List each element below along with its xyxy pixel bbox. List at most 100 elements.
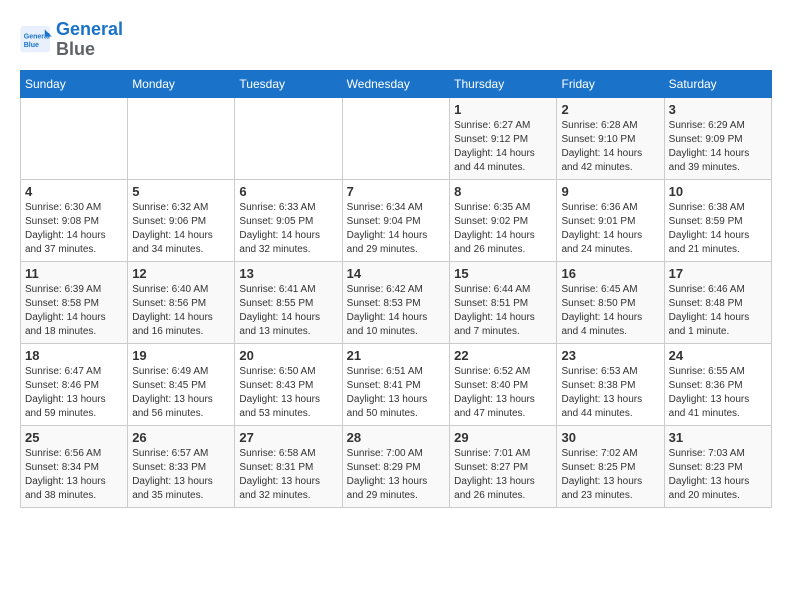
calendar-cell: 29Sunrise: 7:01 AM Sunset: 8:27 PM Dayli… [450,425,557,507]
day-info: Sunrise: 6:28 AM Sunset: 9:10 PM Dayligh… [561,119,659,175]
day-info: Sunrise: 6:45 AM Sunset: 8:50 PM Dayligh… [561,283,659,339]
day-number: 27 [239,430,337,445]
day-number: 11 [25,266,123,281]
day-info: Sunrise: 6:35 AM Sunset: 9:02 PM Dayligh… [454,201,552,257]
day-info: Sunrise: 6:56 AM Sunset: 8:34 PM Dayligh… [25,447,123,503]
calendar-cell [342,97,450,179]
calendar-table: SundayMondayTuesdayWednesdayThursdayFrid… [20,70,772,508]
calendar-cell: 25 Sunrise: 6:56 AM Sunset: 8:34 PM Dayli… [21,425,128,507]
day-info: Sunrise: 6:29 AM Sunset: 9:09 PM Dayligh… [669,119,767,175]
day-number: 3 [669,102,767,117]
day-info: Sunrise: 6:33 AM Sunset: 9:05 PM Dayligh… [239,201,337,257]
day-number: 22 [454,348,552,363]
calendar-cell: 8 Sunrise: 6:35 AM Sunset: 9:02 PM Daylig… [450,179,557,261]
calendar-cell: 7 Sunrise: 6:34 AM Sunset: 9:04 PM Daylig… [342,179,450,261]
day-info: Sunrise: 6:47 AM Sunset: 8:46 PM Dayligh… [25,365,123,421]
day-number: 6 [239,184,337,199]
dow-thursday: Thursday [450,70,557,97]
day-info: Sunrise: 6:58 AM Sunset: 8:31 PM Dayligh… [239,447,337,503]
day-info: Sunrise: 6:52 AM Sunset: 8:40 PM Dayligh… [454,365,552,421]
calendar-cell: 17 Sunrise: 6:46 AM Sunset: 8:48 PM Dayli… [664,261,771,343]
day-info: Sunrise: 7:01 AM Sunset: 8:27 PM Dayligh… [454,447,552,503]
day-info: Sunrise: 6:46 AM Sunset: 8:48 PM Dayligh… [669,283,767,339]
day-number: 15 [454,266,552,281]
day-info: Sunrise: 6:36 AM Sunset: 9:01 PM Dayligh… [561,201,659,257]
calendar-cell: 21 Sunrise: 6:51 AM Sunset: 8:41 PM Dayli… [342,343,450,425]
day-info: Sunrise: 6:27 AM Sunset: 9:12 PM Dayligh… [454,119,552,175]
day-number: 19 [132,348,230,363]
day-number: 26 [132,430,230,445]
page-header: General Blue GeneralBlue [20,20,772,60]
calendar-cell: 30 Sunrise: 7:02 AM Sunset: 8:25 PM Dayli… [557,425,664,507]
calendar-cell: 24 Sunrise: 6:55 AM Sunset: 8:36 PM Dayli… [664,343,771,425]
day-number: 30 [561,430,659,445]
day-info: Sunrise: 6:57 AM Sunset: 8:33 PM Dayligh… [132,447,230,503]
day-info: Sunrise: 6:55 AM Sunset: 8:36 PM Dayligh… [669,365,767,421]
day-info: Sunrise: 6:49 AM Sunset: 8:45 PM Dayligh… [132,365,230,421]
calendar-cell: 18 Sunrise: 6:47 AM Sunset: 8:46 PM Dayli… [21,343,128,425]
day-info: Sunrise: 6:30 AM Sunset: 9:08 PM Dayligh… [25,201,123,257]
calendar-cell: 19 Sunrise: 6:49 AM Sunset: 8:45 PM Dayli… [128,343,235,425]
calendar-cell: 6 Sunrise: 6:33 AM Sunset: 9:05 PM Daylig… [235,179,342,261]
day-info: Sunrise: 6:42 AM Sunset: 8:53 PM Dayligh… [347,283,446,339]
day-number: 13 [239,266,337,281]
calendar-cell: 1 Sunrise: 6:27 AM Sunset: 9:12 PM Daylig… [450,97,557,179]
day-number: 31 [669,430,767,445]
day-info: Sunrise: 6:38 AM Sunset: 8:59 PM Dayligh… [669,201,767,257]
day-number: 17 [669,266,767,281]
calendar-cell: 3 Sunrise: 6:29 AM Sunset: 9:09 PM Daylig… [664,97,771,179]
day-number: 8 [454,184,552,199]
day-number: 7 [347,184,446,199]
day-info: Sunrise: 6:32 AM Sunset: 9:06 PM Dayligh… [132,201,230,257]
calendar-cell: 27 Sunrise: 6:58 AM Sunset: 8:31 PM Dayli… [235,425,342,507]
day-number: 10 [669,184,767,199]
calendar-cell: 26 Sunrise: 6:57 AM Sunset: 8:33 PM Dayli… [128,425,235,507]
calendar-cell: 11 Sunrise: 6:39 AM Sunset: 8:58 PM Dayli… [21,261,128,343]
dow-friday: Friday [557,70,664,97]
calendar-cell: 20 Sunrise: 6:50 AM Sunset: 8:43 PM Dayli… [235,343,342,425]
day-number: 14 [347,266,446,281]
day-info: Sunrise: 6:44 AM Sunset: 8:51 PM Dayligh… [454,283,552,339]
dow-wednesday: Wednesday [342,70,450,97]
day-info: Sunrise: 6:40 AM Sunset: 8:56 PM Dayligh… [132,283,230,339]
calendar-cell: 10 Sunrise: 6:38 AM Sunset: 8:59 PM Dayli… [664,179,771,261]
calendar-cell: 28 Sunrise: 7:00 AM Sunset: 8:29 PM Dayli… [342,425,450,507]
day-number: 18 [25,348,123,363]
day-number: 16 [561,266,659,281]
calendar-cell: 23 Sunrise: 6:53 AM Sunset: 8:38 PM Dayli… [557,343,664,425]
calendar-cell: 9 Sunrise: 6:36 AM Sunset: 9:01 PM Daylig… [557,179,664,261]
calendar-cell [128,97,235,179]
calendar-cell: 16 Sunrise: 6:45 AM Sunset: 8:50 PM Dayli… [557,261,664,343]
calendar-cell: 4Sunrise: 6:30 AM Sunset: 9:08 PM Daylig… [21,179,128,261]
day-number: 28 [347,430,446,445]
day-info: Sunrise: 7:00 AM Sunset: 8:29 PM Dayligh… [347,447,446,503]
day-number: 23 [561,348,659,363]
day-info: Sunrise: 6:39 AM Sunset: 8:58 PM Dayligh… [25,283,123,339]
day-number: 9 [561,184,659,199]
svg-text:Blue: Blue [24,42,39,49]
calendar-cell: 31 Sunrise: 7:03 AM Sunset: 8:23 PM Dayli… [664,425,771,507]
day-info: Sunrise: 6:53 AM Sunset: 8:38 PM Dayligh… [561,365,659,421]
day-info: Sunrise: 6:50 AM Sunset: 8:43 PM Dayligh… [239,365,337,421]
logo: General Blue GeneralBlue [20,20,123,60]
day-number: 24 [669,348,767,363]
dow-saturday: Saturday [664,70,771,97]
day-number: 21 [347,348,446,363]
day-info: Sunrise: 7:02 AM Sunset: 8:25 PM Dayligh… [561,447,659,503]
dow-sunday: Sunday [21,70,128,97]
day-info: Sunrise: 6:41 AM Sunset: 8:55 PM Dayligh… [239,283,337,339]
calendar-cell [235,97,342,179]
day-number: 2 [561,102,659,117]
calendar-cell: 15 Sunrise: 6:44 AM Sunset: 8:51 PM Dayli… [450,261,557,343]
day-number: 20 [239,348,337,363]
day-info: Sunrise: 7:03 AM Sunset: 8:23 PM Dayligh… [669,447,767,503]
calendar-cell: 12Sunrise: 6:40 AM Sunset: 8:56 PM Dayli… [128,261,235,343]
dow-monday: Monday [128,70,235,97]
logo-icon: General Blue [20,26,52,54]
dow-tuesday: Tuesday [235,70,342,97]
day-number: 1 [454,102,552,117]
day-info: Sunrise: 6:34 AM Sunset: 9:04 PM Dayligh… [347,201,446,257]
day-number: 5 [132,184,230,199]
day-info: Sunrise: 6:51 AM Sunset: 8:41 PM Dayligh… [347,365,446,421]
day-number: 25 [25,430,123,445]
